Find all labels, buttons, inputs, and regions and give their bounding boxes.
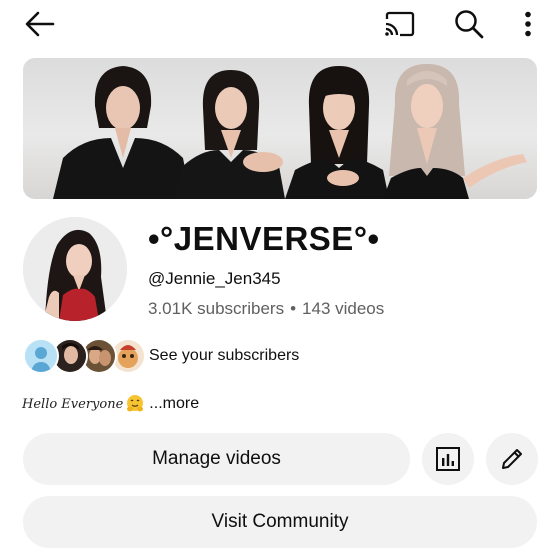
- cast-icon: [385, 11, 415, 37]
- see-subscribers-label: See your subscribers: [149, 347, 300, 364]
- see-subscribers-row[interactable]: See your subscribers: [23, 338, 343, 374]
- channel-avatar[interactable]: [23, 217, 127, 321]
- avatar-photo: [23, 217, 127, 321]
- manage-videos-label: Manage videos: [152, 448, 281, 469]
- description-text: Hello Everyone: [22, 396, 124, 412]
- channel-stats: 3.01K subscribers • 143 videos: [148, 299, 384, 319]
- back-button[interactable]: [22, 6, 58, 42]
- banner-photo: [53, 64, 527, 199]
- more-vert-icon: [525, 11, 531, 37]
- video-count: 143 videos: [302, 299, 385, 318]
- visit-community-button[interactable]: Visit Community: [23, 496, 537, 548]
- top-app-bar: [0, 0, 560, 48]
- analytics-icon: [436, 447, 460, 471]
- search-icon: [455, 10, 484, 39]
- manage-videos-button[interactable]: Manage videos: [23, 433, 410, 485]
- analytics-button[interactable]: [422, 433, 474, 485]
- separator-dot: •: [290, 299, 297, 318]
- cast-button[interactable]: [380, 6, 418, 42]
- description-more-link[interactable]: ...more: [149, 395, 199, 413]
- back-arrow-icon: [25, 11, 55, 37]
- edit-channel-button[interactable]: [486, 433, 538, 485]
- subscriber-avatar: [23, 338, 59, 374]
- channel-banner: [23, 58, 537, 199]
- channel-name: •°JENVERSE°•: [148, 220, 380, 257]
- pencil-icon: [502, 449, 522, 469]
- channel-description[interactable]: Hello Everyone ...more: [22, 394, 199, 414]
- hugging-face-emoji: [127, 395, 144, 412]
- channel-handle: @Jennie_Jen345: [148, 269, 281, 288]
- search-button[interactable]: [450, 5, 488, 43]
- subscriber-count: 3.01K subscribers: [148, 299, 285, 318]
- visit-community-label: Visit Community: [211, 511, 349, 532]
- more-options-button[interactable]: [514, 6, 542, 42]
- default-avatar-icon: [25, 340, 57, 372]
